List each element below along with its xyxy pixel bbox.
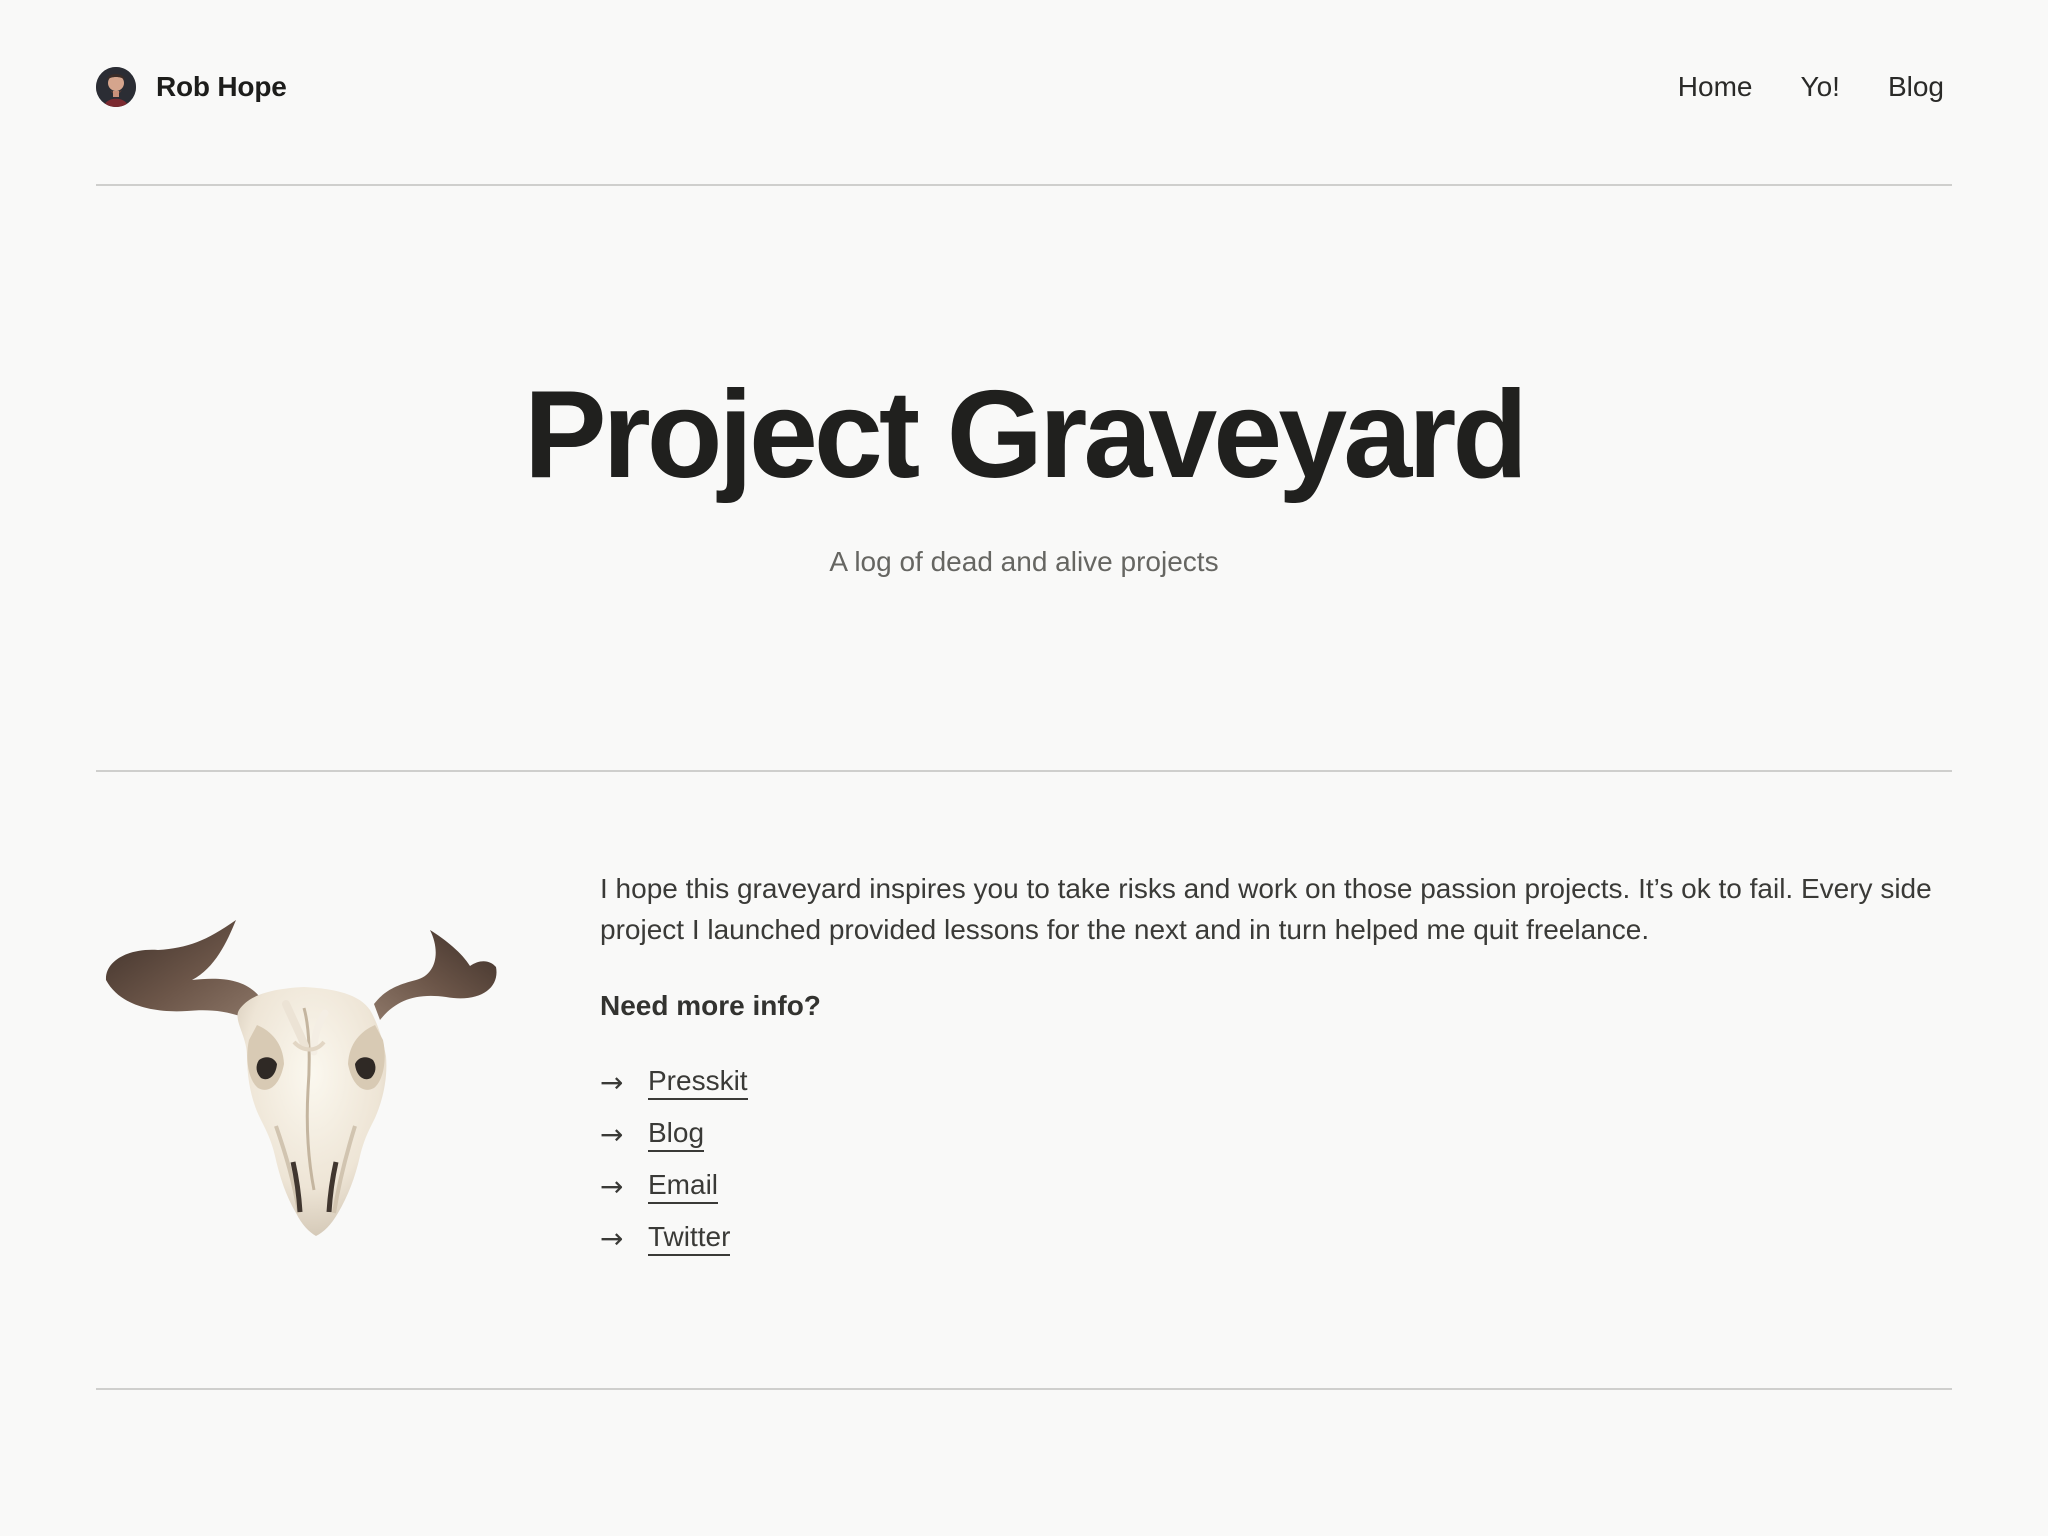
arrow-right-icon: →: [600, 1169, 624, 1203]
list-item: → Twitter: [600, 1212, 1952, 1264]
site-name: Rob Hope: [156, 71, 287, 102]
info-links-list: → Presskit → Blog → Email → Twitter: [600, 1056, 1952, 1264]
email-link[interactable]: Email: [648, 1168, 719, 1204]
intro-content: I hope this graveyard inspires you to ta…: [600, 868, 1952, 1264]
arrow-right-icon: →: [600, 1117, 624, 1151]
nav-blog-link[interactable]: Blog: [1888, 67, 1944, 107]
page-title: Project Graveyard: [523, 366, 1528, 504]
hero-section: Project Graveyard A log of dead and aliv…: [96, 186, 1952, 772]
main-nav: Home Yo! Blog: [1678, 67, 1944, 107]
avatar: [96, 67, 136, 107]
need-more-info-heading: Need more info?: [600, 990, 821, 1021]
page-subtitle: A log of dead and alive projects: [829, 546, 1219, 577]
arrow-right-icon: →: [600, 1065, 624, 1099]
list-item: → Email: [600, 1160, 1952, 1212]
presskit-link[interactable]: Presskit: [648, 1064, 748, 1100]
blog-link[interactable]: Blog: [648, 1116, 705, 1152]
twitter-link[interactable]: Twitter: [648, 1220, 731, 1256]
nav-home-link[interactable]: Home: [1678, 67, 1753, 107]
skull-illustration: [96, 892, 506, 1242]
brand-link[interactable]: Rob Hope: [96, 67, 287, 107]
list-item: → Blog: [600, 1108, 1952, 1160]
site-header: Rob Hope Home Yo! Blog: [96, 0, 1952, 186]
arrow-right-icon: →: [600, 1221, 624, 1255]
intro-section: I hope this graveyard inspires you to ta…: [96, 772, 1952, 1390]
nav-yo-link[interactable]: Yo!: [1800, 67, 1839, 107]
intro-paragraph: I hope this graveyard inspires you to ta…: [600, 873, 1932, 945]
list-item: → Presskit: [600, 1056, 1952, 1108]
